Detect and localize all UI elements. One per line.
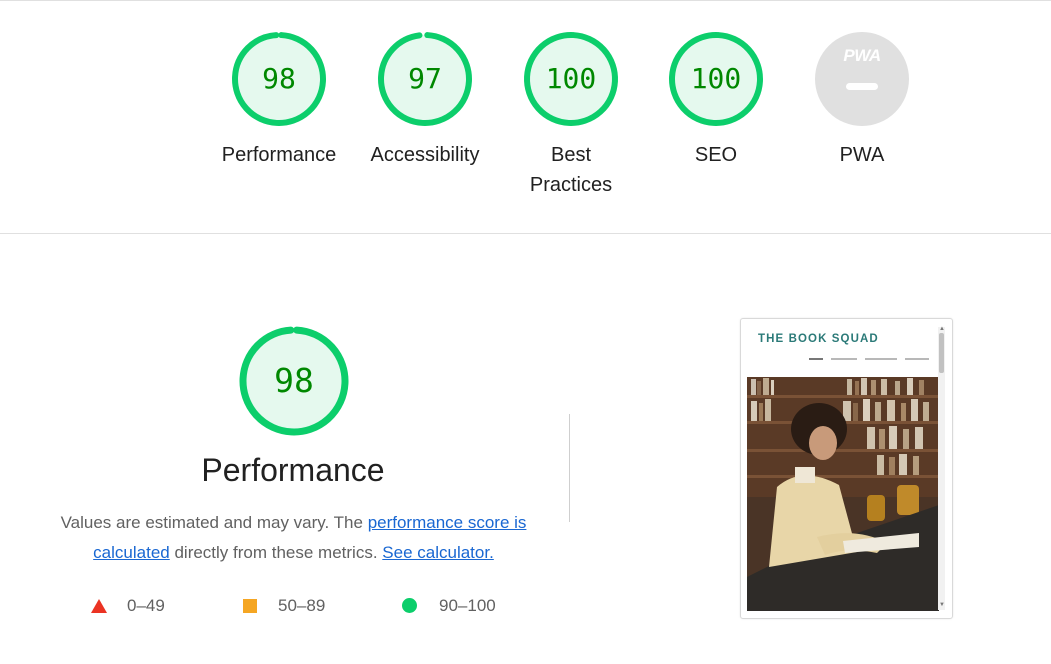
- scroll-down-icon[interactable]: ▼: [939, 602, 945, 608]
- legend-pass-range: 90–100: [439, 596, 496, 615]
- gauge-label: Performance: [221, 144, 337, 166]
- score-value: 100: [690, 62, 742, 95]
- nav-item: [809, 358, 823, 360]
- gauge-best-practices[interactable]: 100 Best Practices: [501, 31, 641, 200]
- pwa-badge: PWA: [814, 31, 910, 127]
- nav-item: [905, 358, 929, 360]
- dash-icon: [846, 83, 878, 90]
- gauge-label: PWA: [839, 144, 885, 166]
- gauge-label: Best Practices: [529, 144, 613, 196]
- gauge-seo[interactable]: 100 SEO: [646, 31, 786, 170]
- nav-item: [865, 358, 897, 360]
- performance-score: 98: [274, 361, 314, 400]
- site-title: THE BOOK SQUAD: [758, 333, 879, 345]
- score-ring: 100: [523, 31, 619, 127]
- score-ring: 97: [377, 31, 473, 127]
- legend-fail-range: 0–49: [127, 596, 165, 615]
- final-screenshot[interactable]: THE BOOK SQUAD ▲ ▼: [740, 318, 953, 619]
- score-value: 98: [262, 62, 296, 95]
- gauge-label: SEO: [694, 144, 738, 166]
- see-calculator-link[interactable]: See calculator.: [382, 543, 494, 562]
- top-border: [0, 0, 1051, 1]
- scroll-up-icon[interactable]: ▲: [939, 326, 945, 332]
- legend-average-range: 50–89: [278, 596, 326, 615]
- triangle-icon: [91, 599, 107, 613]
- hero-photo: [747, 377, 939, 611]
- performance-title: Performance: [201, 452, 385, 488]
- score-value: 97: [408, 62, 442, 95]
- gauge-pwa[interactable]: PWA PWA: [792, 31, 932, 170]
- section-divider: [0, 233, 1051, 234]
- pwa-logo-text: PWA: [843, 46, 881, 65]
- desc-text-1: Values are estimated and may vary. The: [60, 513, 368, 532]
- score-value: 100: [545, 62, 597, 95]
- performance-gauge: 98: [239, 326, 349, 436]
- reading-woman-image: [747, 377, 939, 611]
- square-icon: [243, 599, 257, 613]
- desc-text-2: directly from these metrics.: [169, 543, 383, 562]
- nav-item: [831, 358, 857, 360]
- vertical-divider: [569, 414, 570, 522]
- gauge-label: Accessibility: [370, 144, 480, 166]
- circle-icon: [402, 598, 417, 613]
- score-ring: 100: [668, 31, 764, 127]
- gauge-accessibility[interactable]: 97 Accessibility: [355, 31, 495, 170]
- gauge-performance[interactable]: 98 Performance: [209, 31, 349, 170]
- score-ring: 98: [231, 31, 327, 127]
- scrollbar-thumb[interactable]: [939, 333, 944, 373]
- performance-description: Values are estimated and may vary. The p…: [50, 508, 537, 568]
